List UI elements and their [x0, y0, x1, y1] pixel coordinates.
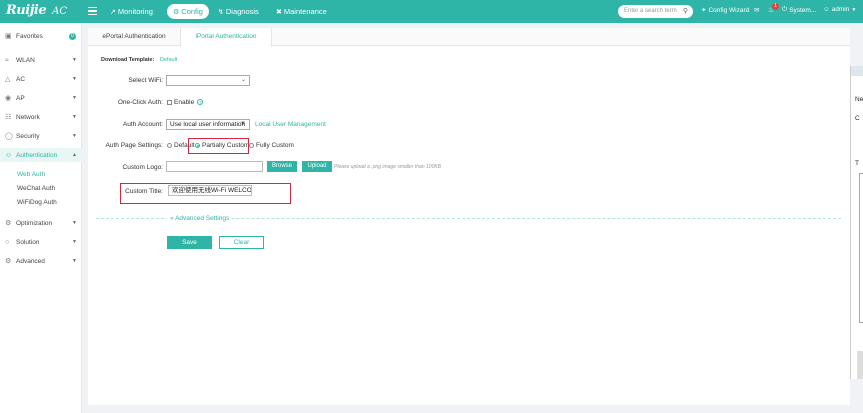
shield-icon: ◯: [5, 133, 13, 140]
sidebar-item-wlan[interactable]: ≈ WLAN ▼: [0, 53, 82, 67]
ac-icon: △: [5, 76, 11, 83]
nav-config[interactable]: ⚙ Config: [167, 4, 209, 19]
window-text-fragment: Ne: [855, 96, 863, 103]
auth-account-dropdown[interactable]: Use local user information ▼: [166, 119, 250, 130]
chevron-down-icon: ▼: [72, 57, 77, 63]
auth-account-label: Auth Account:: [122, 121, 163, 128]
sidebar: ▣ Favorites 0 ≈ WLAN ▼ △ AC ▼ ◉ AP ▼ ☷ N…: [0, 23, 82, 413]
sidebar-item-authentication[interactable]: ☺ Authentication ▲: [0, 148, 82, 162]
wifi-icon: ≈: [5, 56, 9, 64]
top-bar: Ruijie AC ↗ Monitoring ⚙ Config ↯ Diagno…: [0, 0, 863, 23]
select-wifi-dropdown[interactable]: ⌄: [166, 75, 250, 86]
chevron-down-icon: ▼: [72, 95, 77, 101]
notification-badge: 1: [772, 3, 779, 10]
auth-page-settings-label: Auth Page Settings:: [105, 142, 163, 149]
save-button[interactable]: Save: [167, 236, 212, 249]
overlapping-window-edge: Ne C T: [850, 66, 863, 379]
window-titlebar: [851, 66, 863, 76]
highlight-custom-title: [120, 183, 291, 204]
product-name: AC: [52, 6, 67, 17]
nav-maintenance[interactable]: ✖ Maintenance: [276, 4, 327, 19]
sidebar-item-optimization[interactable]: ⚙ Optimization ▼: [0, 216, 82, 230]
radio-fully-custom-circle[interactable]: [249, 142, 254, 148]
download-default-link[interactable]: Default: [160, 57, 177, 63]
bulb-icon: ○: [5, 238, 10, 246]
chevron-down-icon: ▼: [72, 258, 77, 264]
chevron-down-icon: ▼: [851, 6, 857, 13]
tab-eportal[interactable]: ePortal Authentication: [88, 28, 180, 46]
upload-hint: Please upload a .png image smaller than …: [334, 164, 442, 170]
chevron-down-icon: ▼: [72, 239, 77, 245]
stethoscope-icon: ↯: [218, 8, 224, 16]
chevron-up-icon: ▲: [72, 152, 77, 158]
sidebar-subitem-web-auth[interactable]: Web Auth: [17, 171, 45, 178]
radio-fully-custom[interactable]: Fully Custom: [249, 142, 294, 149]
sidebar-item-advanced[interactable]: ⚙ Advanced ▼: [0, 254, 82, 268]
radio-default-circle[interactable]: [167, 142, 172, 148]
power-icon: ⏻: [782, 6, 788, 13]
tab-bar: ePortal Authentication iPortal Authentic…: [88, 28, 850, 47]
window-text-fragment: T: [855, 160, 859, 167]
select-wifi-label: Select WiFi:: [128, 77, 163, 84]
highlight-partially-custom: [188, 138, 249, 154]
window-content-box: [859, 173, 863, 323]
nav-monitoring[interactable]: ↗ Monitoring: [110, 4, 153, 19]
chart-icon: ↗: [110, 8, 116, 16]
config-wizard-button[interactable]: ✦ Config Wizard: [701, 6, 749, 15]
sidebar-item-ac[interactable]: △ AC ▼: [0, 72, 82, 86]
custom-logo-label: Custom Logo:: [122, 164, 163, 171]
gear-icon: ⚙: [173, 8, 180, 16]
chevron-down-icon: ▼: [72, 220, 77, 226]
ap-icon: ◉: [5, 95, 12, 102]
chevron-down-icon: ▼: [240, 121, 246, 127]
window-text-fragment: C: [855, 115, 860, 122]
sidebar-subitem-wechat-auth[interactable]: WeChat Auth: [17, 185, 55, 192]
one-click-auth-label: One-Click Auth:: [117, 99, 163, 106]
main-panel: ePortal Authentication iPortal Authentic…: [88, 28, 850, 405]
local-user-management-link[interactable]: Local User Management: [255, 121, 326, 128]
wand-icon: ✦: [701, 7, 707, 14]
sidebar-item-favorites[interactable]: ▣ Favorites 0: [0, 29, 82, 43]
tab-iportal[interactable]: iPortal Authentication: [180, 28, 272, 47]
browse-button[interactable]: Browse: [267, 161, 297, 172]
double-chevron-icon: »: [170, 215, 174, 222]
upload-button[interactable]: Upload: [302, 161, 332, 172]
nav-diagnosis[interactable]: ↯ Diagnosis: [218, 4, 259, 19]
optimize-icon: ⚙: [5, 220, 12, 227]
sidebar-item-solution[interactable]: ○ Solution ▼: [0, 235, 82, 249]
chevron-down-icon: ▼: [72, 114, 77, 120]
download-template: Download Template: Default: [101, 57, 178, 63]
menu-toggle-icon[interactable]: [88, 7, 97, 15]
favorites-count: 0: [69, 32, 76, 40]
settings-icon: ⚙: [5, 258, 12, 265]
sidebar-item-network[interactable]: ☷ Network ▼: [0, 110, 82, 124]
chevron-down-icon: ⌄: [240, 77, 246, 83]
clear-button[interactable]: Clear: [219, 236, 264, 249]
sidebar-item-ap[interactable]: ◉ AP ▼: [0, 91, 82, 105]
tools-icon: ✖: [276, 8, 282, 16]
brand-logo[interactable]: Ruijie AC: [6, 3, 67, 18]
user-icon: ☺: [823, 6, 830, 13]
window-scrollbar[interactable]: [857, 351, 863, 379]
one-click-enable[interactable]: Enable?: [167, 99, 204, 106]
chevron-down-icon: ▼: [72, 133, 77, 139]
advanced-settings-toggle[interactable]: » Advanced Settings: [167, 215, 233, 222]
folder-icon: ▣: [5, 33, 12, 40]
admin-menu[interactable]: ☺ admin ▼: [823, 6, 856, 13]
network-icon: ☷: [5, 114, 12, 121]
enable-checkbox[interactable]: [167, 99, 172, 105]
search-input[interactable]: Enter a search term ⚲: [618, 5, 693, 18]
chat-icon[interactable]: ✉: [754, 6, 759, 14]
custom-logo-input[interactable]: [166, 161, 263, 172]
help-icon[interactable]: ?: [197, 99, 204, 106]
search-icon[interactable]: ⚲: [683, 5, 688, 18]
sidebar-item-security[interactable]: ◯ Security ▼: [0, 129, 82, 143]
chevron-down-icon: ▼: [72, 76, 77, 82]
logo-text: Ruijie: [6, 3, 47, 18]
system-menu[interactable]: ⏻ System...: [782, 6, 816, 14]
person-icon: ☺: [5, 151, 13, 159]
sidebar-subitem-wifidog-auth[interactable]: WiFiDog Auth: [17, 199, 57, 206]
